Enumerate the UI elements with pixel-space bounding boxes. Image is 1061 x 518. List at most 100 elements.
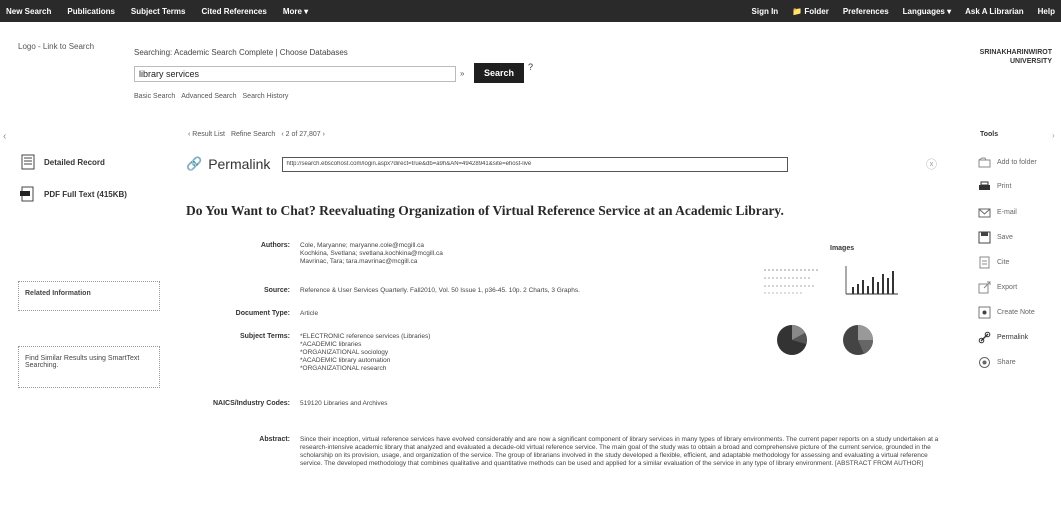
searching-databases: Searching: Academic Search Complete | Ch… [134,48,348,57]
institution-name: SRINAKHARINWIROT UNIVERSITY [979,49,1052,65]
naics-label: NAICS/Industry Codes: [212,400,290,407]
search-help-icon[interactable]: ? [528,62,533,72]
pdf-full-text-label: PDF Full Text (415KB) [44,189,127,199]
subject-term-link[interactable]: *ACADEMIC library automation [300,357,430,365]
tool-permalink[interactable]: Permalink [978,331,1028,344]
article-title: Do You Want to Chat? Reevaluating Organi… [186,203,784,218]
permalink-url-field[interactable] [282,156,789,172]
related-information-box: Related Information [18,281,160,311]
chart-thumbnail[interactable] [760,262,828,298]
top-navigation-bar: New Search Publications Subject Terms Ci… [0,0,1061,22]
subject-term-link[interactable]: *ORGANIZATIONAL research [300,365,430,373]
related-information-label: Related Information [25,290,91,297]
pdf-full-text-link[interactable]: PDF Full Text (415KB) [20,186,127,202]
subject-term-link[interactable]: *ELECTRONIC reference services (Librarie… [300,333,430,341]
close-permalink-icon[interactable]: ⓧ [926,156,937,172]
permalink-heading: Permalink [208,156,271,172]
nav-cited-references[interactable]: Cited References [201,7,266,16]
basic-search-link[interactable]: Basic Search [134,93,175,100]
source-label: Source: [263,287,290,294]
tool-create-note[interactable]: Create Note [978,306,1035,319]
subject-term-link[interactable]: *ACADEMIC libraries [300,341,430,349]
subject-term-link[interactable]: *ORGANIZATIONAL sociology [300,349,430,357]
detailed-record-label: Detailed Record [44,157,105,167]
document-type-value: Article [300,310,319,317]
pdf-icon [20,186,34,202]
search-input[interactable] [134,66,456,82]
nav-sign-in[interactable]: Sign In [752,7,779,16]
author-line[interactable]: Mavrinac, Tara; tara.mavrinac@mcgill.ca [300,258,443,266]
share-icon [979,357,990,368]
link-icon [978,331,991,344]
cite-icon [979,256,990,269]
search-mode-links: Basic Search Advanced Search Search Hist… [134,93,288,100]
field-select-dropdown[interactable]: » [460,69,464,78]
result-list-link[interactable]: ‹ Result List [188,131,225,138]
printer-icon [979,181,990,190]
document-type-label: Document Type: [235,310,290,317]
note-icon [978,306,991,319]
tool-add-to-folder[interactable]: Add to folder [978,156,1037,169]
subject-terms-value: *ELECTRONIC reference services (Librarie… [300,333,430,373]
tool-label: E-mail [997,209,1017,216]
find-similar-box[interactable]: Find Similar Results using SmartText Sea… [18,346,160,388]
tool-print[interactable]: Print [978,180,1011,193]
tool-label: Cite [997,259,1010,266]
tool-export[interactable]: Export [978,281,1017,294]
choose-databases-link[interactable]: Choose Databases [280,48,348,57]
images-heading: Images [830,245,855,252]
tool-label: Print [997,183,1012,190]
collapse-tools-icon[interactable]: › [1052,131,1055,140]
abstract-label: Abstract: [259,436,290,443]
nav-preferences[interactable]: Preferences [843,7,889,16]
tool-label: Create Note [997,309,1035,316]
result-navigation: ‹ Result List Refine Search ‹ 2 of 27,80… [188,131,325,138]
naics-value[interactable]: 519120 Libraries and Archives [300,400,387,408]
nav-help[interactable]: Help [1038,7,1055,16]
result-position[interactable]: ‹ 2 of 27,807 › [281,131,325,138]
tool-label: Permalink [997,334,1029,341]
nav-folder[interactable]: 📁 Folder [792,7,829,16]
authors-label: Authors: [260,242,290,249]
permalink-bar: 🔗 Permalink [186,156,789,172]
refine-search-link[interactable]: Refine Search [231,131,275,138]
source-value[interactable]: Reference & User Services Quarterly. Fal… [300,287,580,295]
tool-label: Export [997,284,1018,291]
nav-new-search[interactable]: New Search [6,7,51,16]
permalink-icon: 🔗 [186,156,203,171]
search-button[interactable]: Search [474,63,524,83]
nav-subject-terms[interactable]: Subject Terms [131,7,186,16]
authors-value: Cole, Maryanne; maryanne.cole@mcgill.ca … [300,242,443,266]
detailed-record-tab[interactable]: Detailed Record [20,154,105,170]
bar-graph-thumbnail[interactable] [842,262,900,298]
author-line[interactable]: Cole, Maryanne; maryanne.cole@mcgill.ca [300,242,443,250]
tool-save[interactable]: Save [978,231,1013,244]
tool-email[interactable]: E-mail [978,206,1017,219]
ebsco-logo-link[interactable]: Logo - Link to Search [18,42,94,51]
tool-cite[interactable]: Cite [978,256,1009,269]
nav-ask-librarian[interactable]: Ask A Librarian [965,7,1024,16]
tool-share[interactable]: Share [978,356,1016,369]
nav-more-menu[interactable]: More ▾ [283,7,308,16]
pie-chart-thumbnail[interactable] [838,322,878,358]
nav-publications[interactable]: Publications [67,7,115,16]
author-line[interactable]: Kochkina, Svetlana; svetlana.kochkina@mc… [300,250,443,258]
search-history-link[interactable]: Search History [243,93,289,100]
tool-label: Save [997,234,1013,241]
collapse-left-panel-icon[interactable]: ‹ [3,131,6,142]
export-icon [978,281,991,294]
tool-label: Share [997,359,1016,366]
save-icon [978,231,991,244]
tools-heading: Tools [980,131,999,138]
subject-terms-label: Subject Terms: [239,333,290,340]
advanced-search-link[interactable]: Advanced Search [181,93,236,100]
tool-label: Add to folder [997,159,1037,166]
email-icon [978,208,991,218]
folder-add-icon [978,157,991,168]
pie-chart-thumbnail[interactable] [772,322,812,358]
abstract-text: Since their inception, virtual reference… [300,436,939,467]
document-icon [21,154,35,170]
find-similar-label[interactable]: Find Similar Results using SmartText Sea… [25,355,139,369]
nav-languages[interactable]: Languages ▾ [903,7,951,16]
searching-label: Searching: Academic Search Complete [134,48,274,57]
